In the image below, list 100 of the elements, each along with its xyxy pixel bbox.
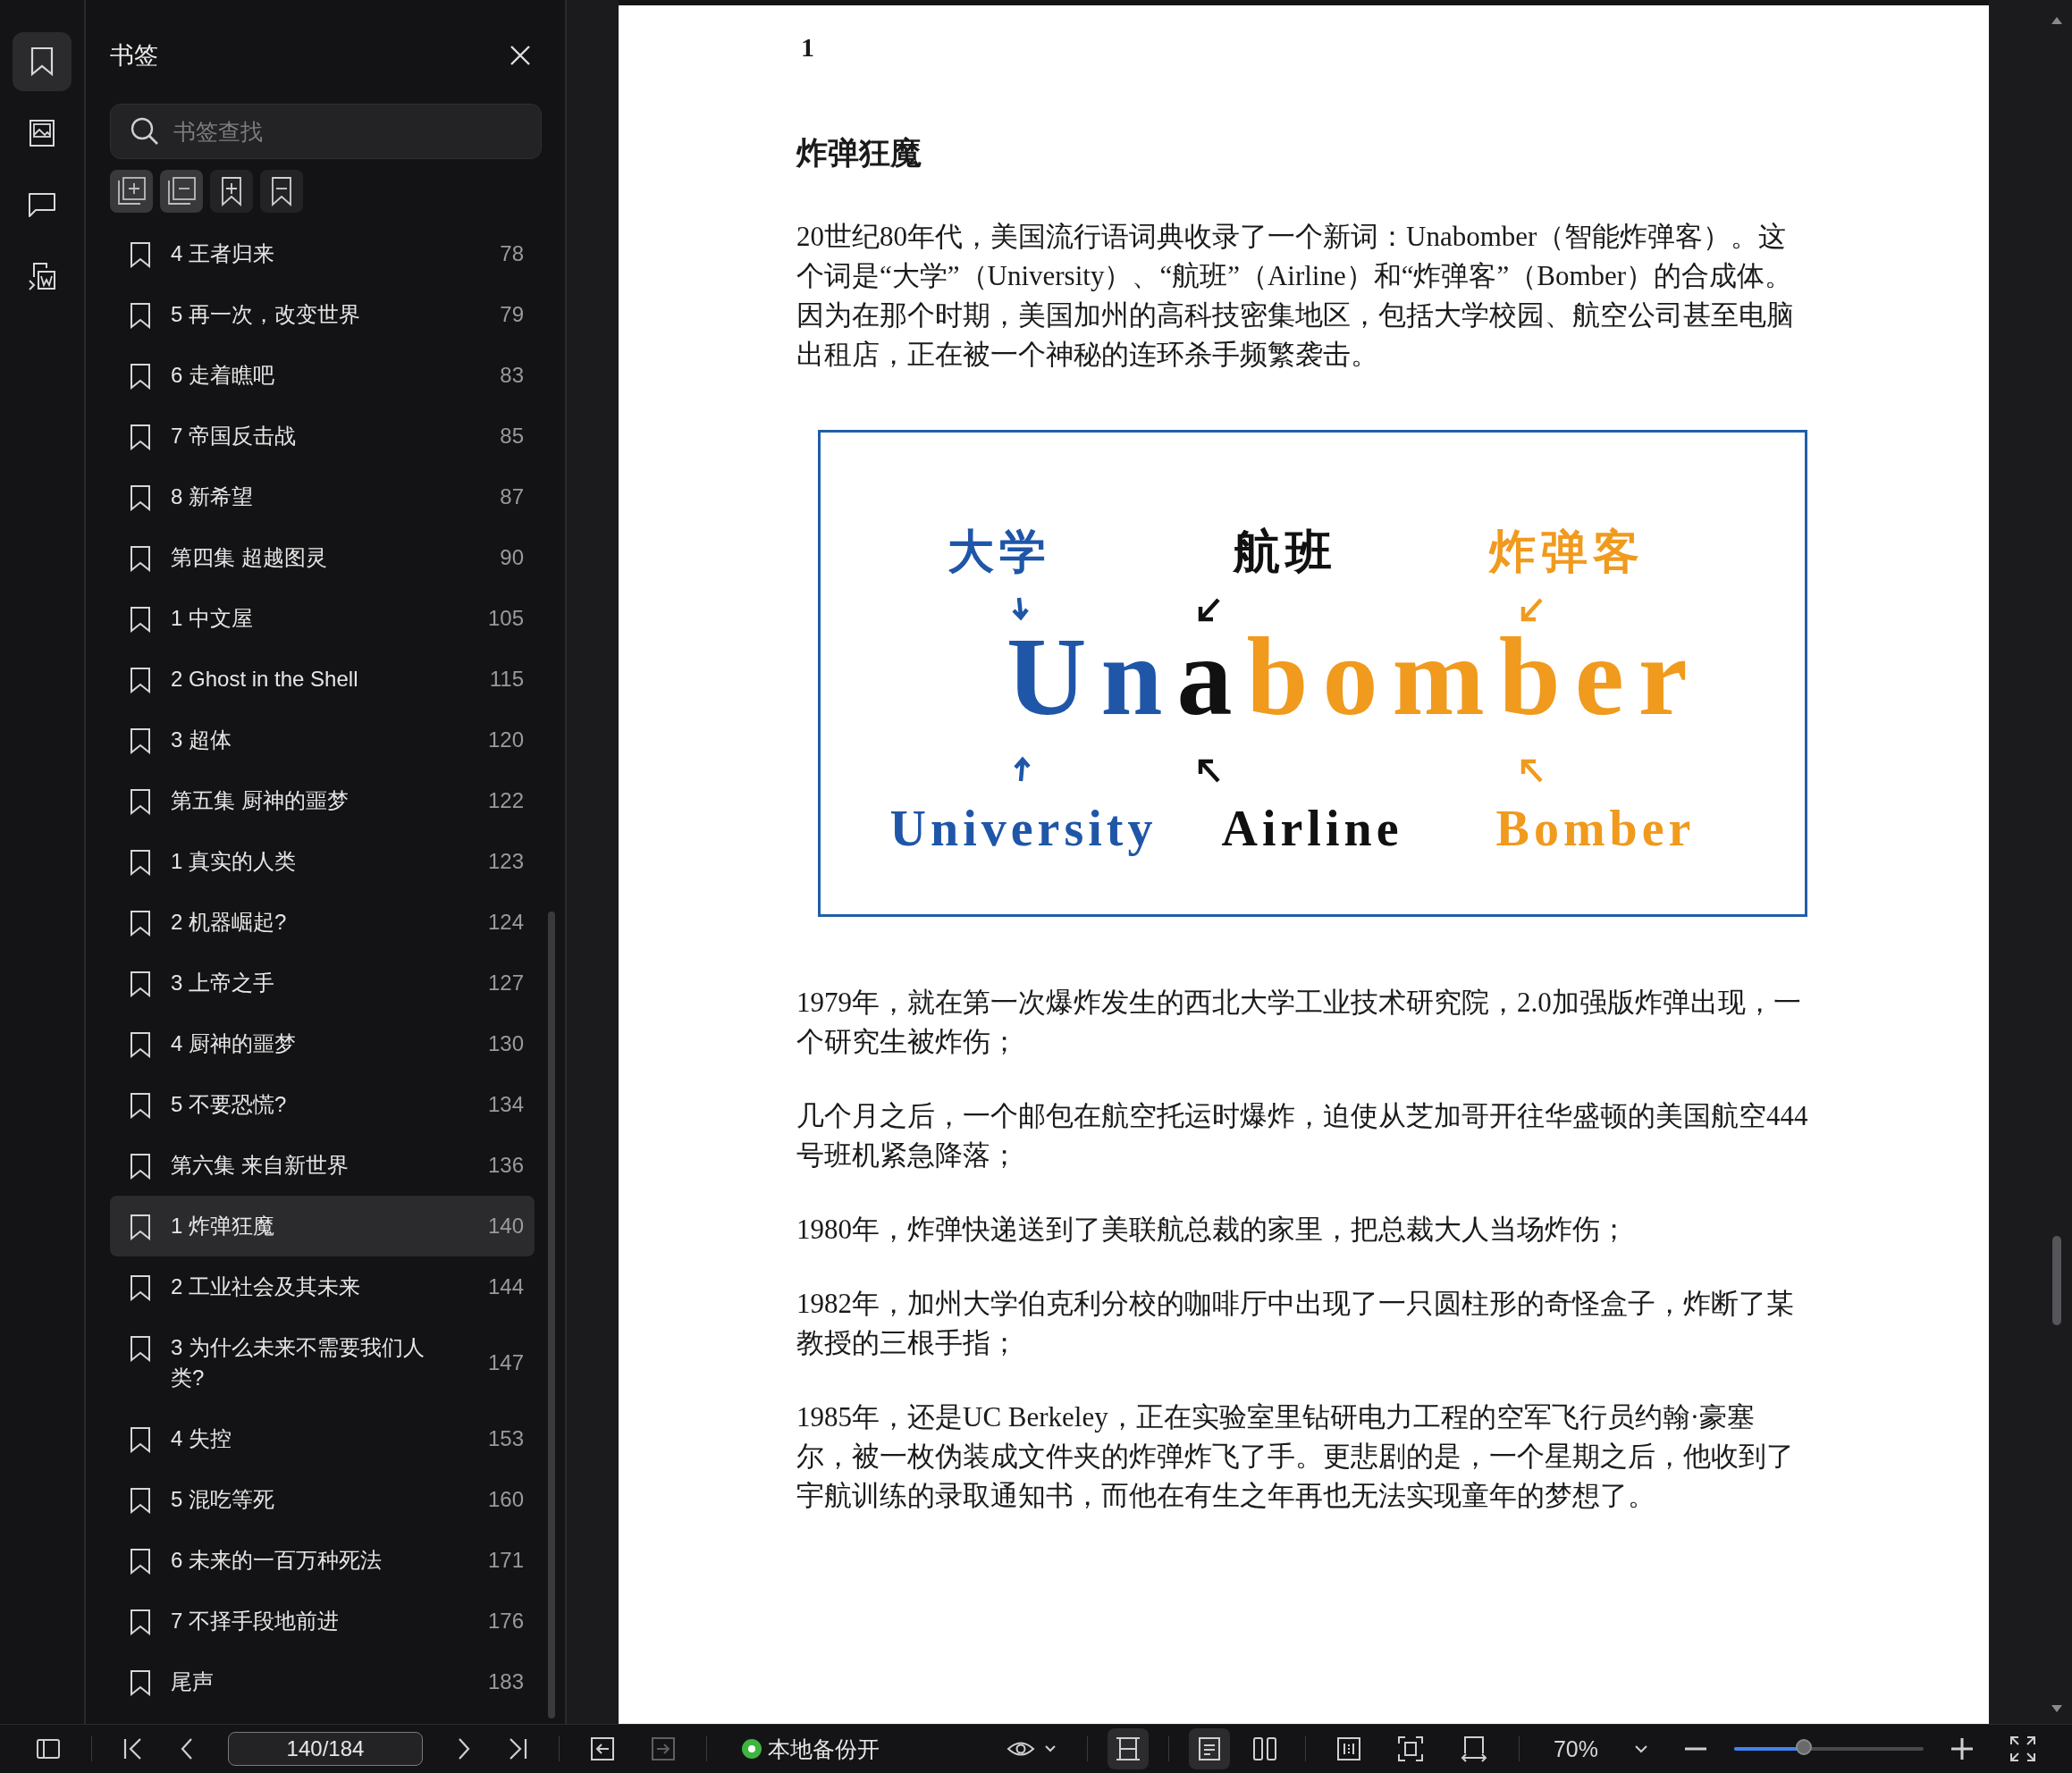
scroll-up-icon[interactable] <box>2051 16 2063 25</box>
bookmark-item[interactable]: 8 新希望 87 <box>110 466 535 527</box>
previous-page-icon[interactable] <box>180 1737 194 1760</box>
bookmark-icon <box>130 971 151 997</box>
bookmark-title: 4 王者归来 <box>171 240 274 267</box>
first-page-icon[interactable] <box>122 1737 144 1760</box>
bookmark-icon <box>130 910 151 937</box>
bookmark-item[interactable]: 第六集 来自新世界 136 <box>110 1135 535 1196</box>
bookmark-item[interactable]: 1 炸弹狂魔 140 <box>110 1196 535 1256</box>
image-icon <box>29 119 55 147</box>
paragraph: 1985年，还是UC Berkeley，正在实验室里钻研电力工程的空军飞行员约翰·豪塞尔，被一枚伪装成文件夹的炸弹炸飞了手。更悲剧的是，一个星期之后，他收到了宇航训练的录取通知书，而他在有生之年再也无法实现童年的梦想了。 <box>796 1400 1795 1513</box>
bookmark-item[interactable]: 1 真实的人类 123 <box>110 831 535 892</box>
bookmark-icon <box>130 302 151 329</box>
scroll-mode-button[interactable] <box>1107 1728 1149 1769</box>
backup-status[interactable]: 本地备份开 <box>768 1734 880 1764</box>
page-number: 120 <box>487 727 524 752</box>
remove-bookmark-button[interactable] <box>260 170 303 213</box>
bookmark-icon <box>130 849 151 876</box>
bookmark-title: 3 超体 <box>171 727 232 753</box>
caret-icon[interactable] <box>1043 1744 1057 1753</box>
page-number: 79 <box>500 302 524 327</box>
page-number: 147 <box>487 1350 524 1375</box>
zoom-in-icon[interactable] <box>1950 1737 1974 1760</box>
caret-icon[interactable] <box>1634 1744 1648 1753</box>
bookmark-item[interactable]: 6 走着瞧吧 83 <box>110 345 535 406</box>
bookmark-title: 3 为什么未来不需要我们人类? <box>171 1334 425 1391</box>
page-number: 85 <box>500 424 524 449</box>
bookmark-icon <box>130 241 151 268</box>
bookmark-icon <box>130 424 151 450</box>
bookmark-item[interactable]: 1 中文屋 105 <box>110 588 535 649</box>
back-icon[interactable] <box>590 1736 615 1761</box>
bookmark-icon <box>130 667 151 693</box>
single-page-button[interactable] <box>1188 1728 1230 1769</box>
bookmark-icon <box>130 545 151 572</box>
bookmark-title: 尾声 <box>171 1668 214 1695</box>
bookmark-item[interactable]: 5 再一次，改变世界 79 <box>110 284 535 345</box>
bookmark-icon <box>130 363 151 390</box>
fullscreen-icon[interactable] <box>2009 1735 2036 1762</box>
bookmark-title: 第六集 来自新世界 <box>171 1152 349 1179</box>
bookmark-item[interactable]: 6 未来的一百万种死法 171 <box>110 1530 535 1591</box>
scroll-down-icon[interactable] <box>2051 1704 2063 1713</box>
fit-page-icon[interactable] <box>1396 1735 1424 1762</box>
bookmark-item[interactable]: 5 不要恐慌? 134 <box>110 1074 535 1135</box>
page-number: 122 <box>487 788 524 813</box>
bookmark-item[interactable]: 2 机器崛起? 124 <box>110 892 535 953</box>
bookmark-item[interactable]: 7 不择手段地前进 176 <box>110 1591 535 1651</box>
bookmark-item[interactable]: 4 王者归来 78 <box>110 223 535 284</box>
bookmark-item[interactable]: 3 超体 120 <box>110 710 535 770</box>
figure-label: 大学 <box>948 526 1051 578</box>
search-field[interactable]: 书签查找 <box>110 104 542 159</box>
bookmark-title: 6 未来的一百万种死法 <box>171 1547 382 1574</box>
figure-label: Bomber <box>1495 802 1696 857</box>
bookmark-title: 1 真实的人类 <box>171 848 296 875</box>
slider-thumb[interactable] <box>1796 1739 1813 1755</box>
bookmark-item[interactable]: 5 混吃等死 160 <box>110 1469 535 1530</box>
bookmark-item[interactable]: 2 工业社会及其未来 144 <box>110 1256 535 1317</box>
bookmark-item[interactable]: 2 Ghost in the Shell 115 <box>110 649 535 710</box>
page-number: 134 <box>487 1092 524 1117</box>
page-number: 124 <box>487 910 524 935</box>
section-heading: 炸弹狂魔 <box>796 134 922 172</box>
bookmark-icon <box>130 1426 151 1453</box>
bookmark-title: 7 帝国反击战 <box>171 423 296 450</box>
bookmark-item[interactable]: 尾声 183 <box>110 1651 535 1712</box>
paragraph: 1982年，加州大学伯克利分校的咖啡厅中出现了一只圆柱形的奇怪盒子，炸断了某教授的三根手指； <box>796 1287 1795 1360</box>
bookmark-item[interactable]: 4 厨神的噩梦 130 <box>110 1013 535 1074</box>
scrollbar-thumb[interactable] <box>2052 1236 2061 1325</box>
bookmark-title: 2 工业社会及其未来 <box>171 1273 360 1300</box>
page-number-field[interactable]: 140/184 <box>228 1732 423 1766</box>
bookmark-item[interactable]: 第五集 厨神的噩梦 122 <box>110 770 535 831</box>
page-number: 144 <box>487 1274 524 1299</box>
bookmark-item[interactable]: 第四集 超越图灵 90 <box>110 527 535 588</box>
bookmark-item[interactable]: 7 帝国反击战 85 <box>110 406 535 466</box>
scrollbar-thumb[interactable] <box>548 912 555 1718</box>
bookmark-title: 3 上帝之手 <box>171 970 274 996</box>
bookmark-title: 1 中文屋 <box>171 605 253 632</box>
bookmark-title: 7 不择手段地前进 <box>171 1608 339 1634</box>
last-page-icon[interactable] <box>507 1737 528 1760</box>
collapse-all-button[interactable] <box>160 170 203 213</box>
bookmark-icon <box>130 1214 151 1240</box>
page-number: 176 <box>487 1609 524 1634</box>
bookmarks-tab[interactable] <box>13 32 72 91</box>
add-bookmark-button[interactable] <box>210 170 253 213</box>
bookmark-title: 8 新希望 <box>171 483 253 510</box>
page-number: 123 <box>487 849 524 874</box>
page-number: 87 <box>500 484 524 509</box>
columns-icon[interactable] <box>1335 1736 1361 1761</box>
bookmark-item[interactable]: 4 失控 153 <box>110 1408 535 1469</box>
next-page-icon[interactable] <box>457 1737 471 1760</box>
close-icon[interactable] <box>510 45 531 66</box>
bookmark-icon <box>130 788 151 815</box>
expand-all-button[interactable] <box>110 170 153 213</box>
sidebar-toggle-icon[interactable] <box>36 1738 61 1760</box>
fit-width-icon[interactable] <box>1459 1735 1488 1762</box>
page-number: 90 <box>500 545 524 570</box>
page-number: 140 <box>487 1214 524 1239</box>
bookmark-item[interactable]: 3 为什么未来不需要我们人类? 147 <box>110 1317 535 1408</box>
page-number: 115 <box>489 667 524 692</box>
bookmark-item[interactable]: 3 上帝之手 127 <box>110 953 535 1013</box>
zoom-level[interactable]: 70% <box>1553 1735 1598 1762</box>
zoom-out-icon[interactable] <box>1684 1747 1707 1751</box>
